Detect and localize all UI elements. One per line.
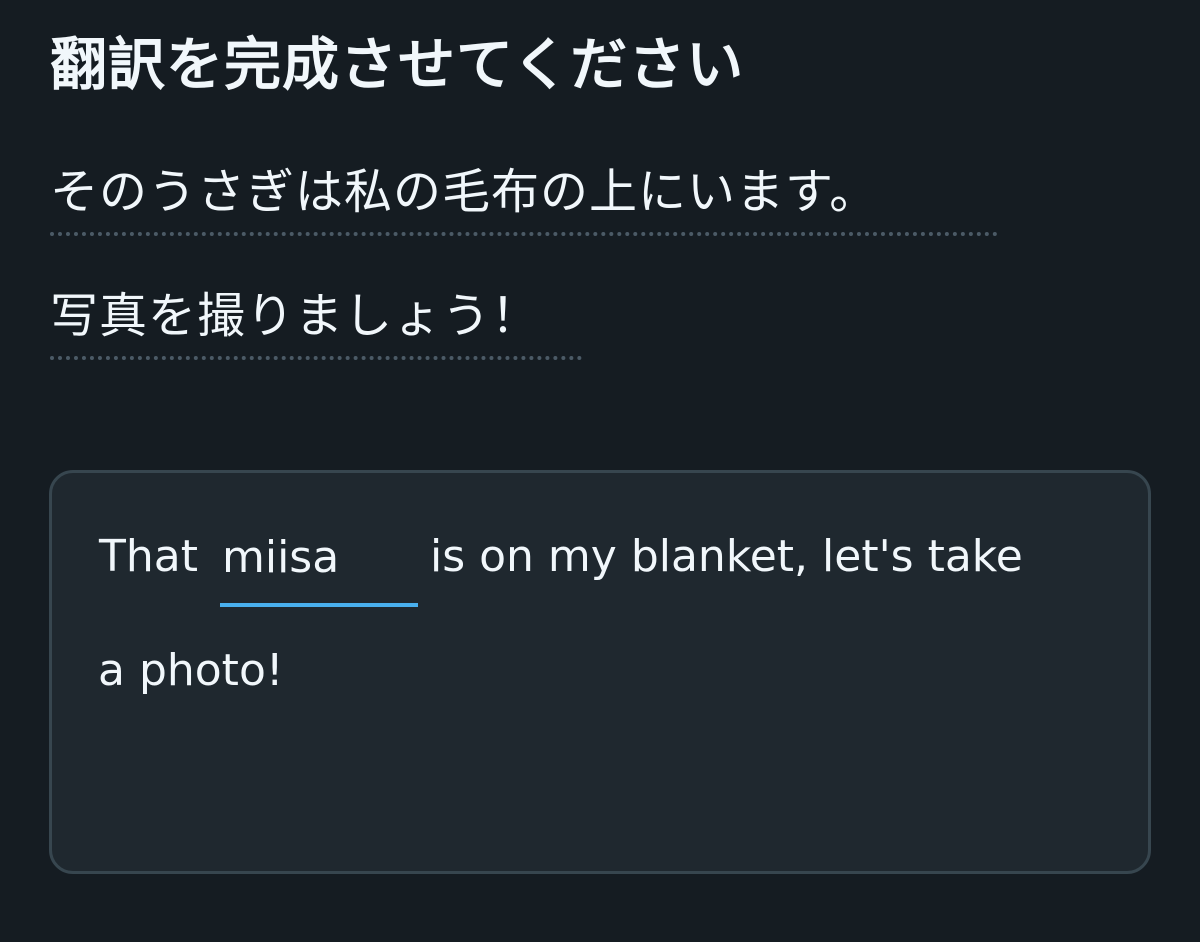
page-title: 翻訳を完成させてください	[50, 32, 745, 98]
answer-box: That is on my blanket, let's take a phot…	[49, 470, 1151, 874]
blank-answer-input[interactable]	[220, 527, 418, 607]
answer-line-2-text: a photo!	[98, 645, 284, 696]
prompt-sentence-1[interactable]: そのうさぎは私の毛布の上にいます。	[50, 160, 998, 236]
answer-suffix-text: is on my blanket, let's take	[430, 531, 1023, 582]
answer-prefix-text: That	[99, 531, 198, 582]
prompt-sentence-2[interactable]: 写真を撮りましょう！	[50, 284, 582, 360]
